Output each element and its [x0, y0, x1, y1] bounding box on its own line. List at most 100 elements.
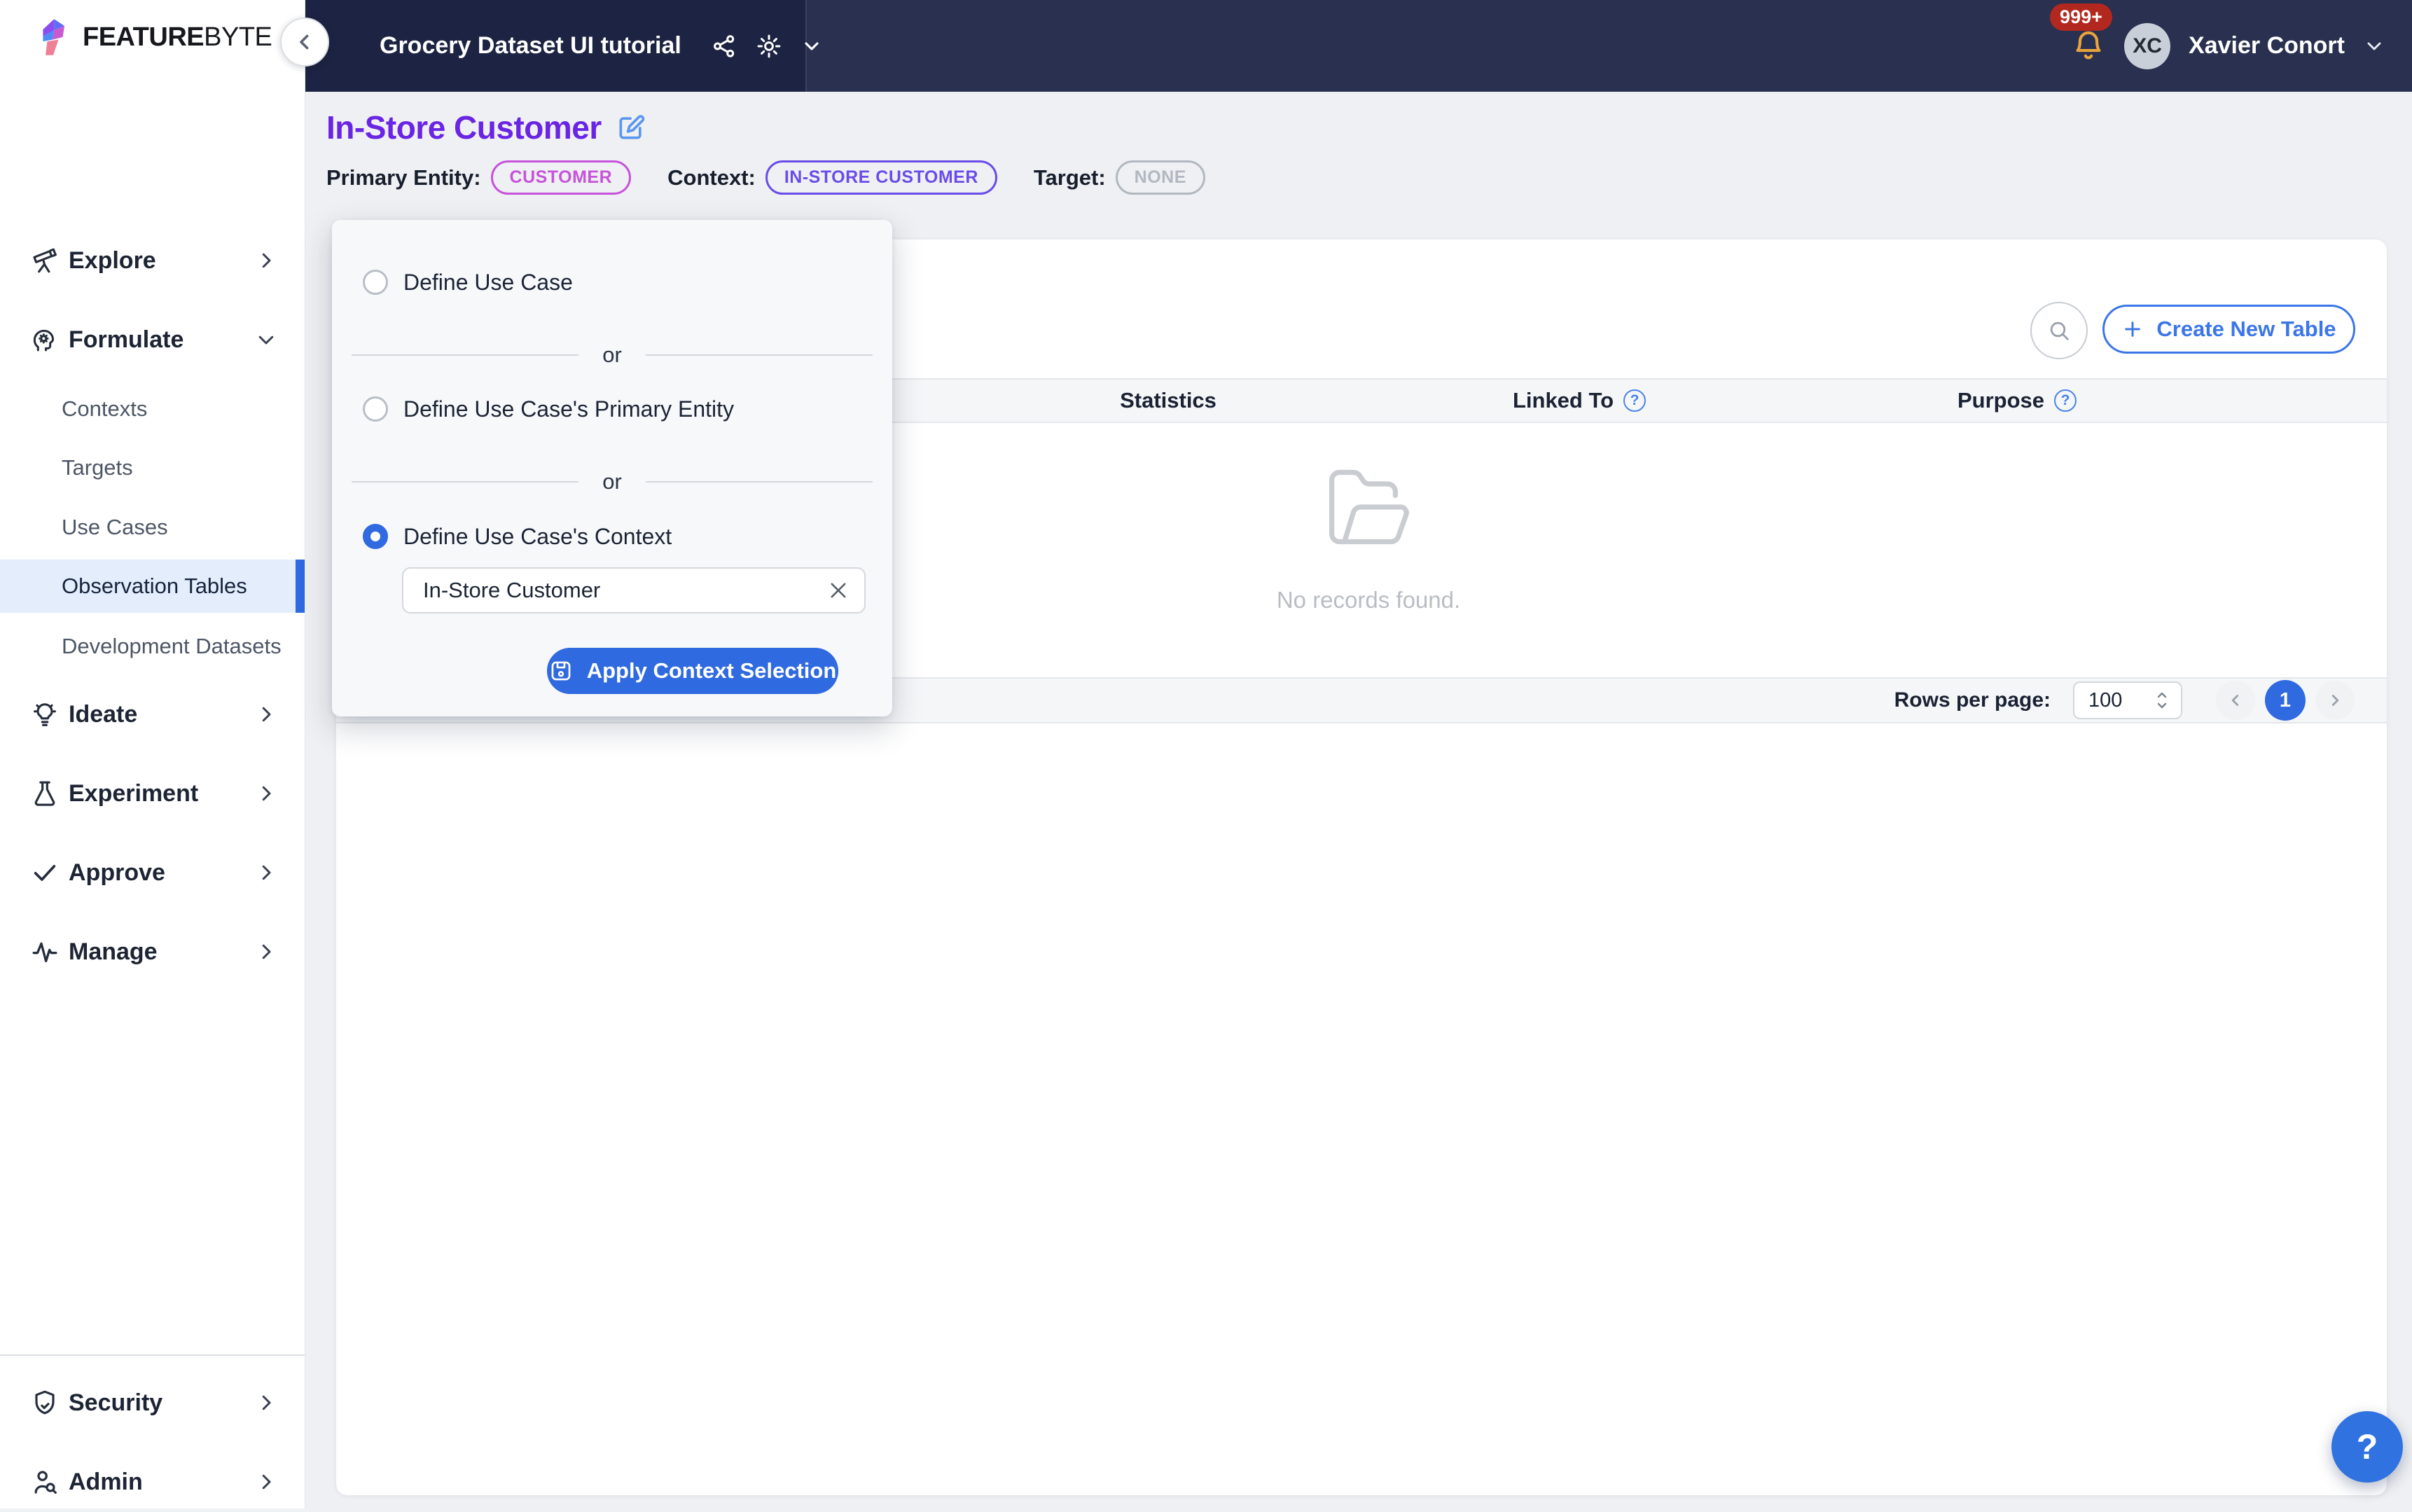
sidebar-item-admin[interactable]: Admin — [0, 1452, 305, 1512]
context-input[interactable] — [402, 567, 866, 613]
rows-per-page-select[interactable]: 100 — [2073, 681, 2182, 719]
select-stepper-icon — [2153, 688, 2171, 712]
search-button[interactable] — [2030, 302, 2088, 359]
context-selection-popup: Define Use Case or Define Use Case's Pri… — [332, 220, 892, 716]
option-define-context[interactable]: Define Use Case's Context — [332, 512, 892, 561]
sidebar-item-security[interactable]: Security — [0, 1373, 305, 1433]
head-gear-icon — [31, 326, 59, 354]
prev-page-button[interactable] — [2216, 681, 2255, 720]
sidebar-divider — [0, 1354, 305, 1356]
sidebar-item-label: Experiment — [69, 780, 198, 807]
or-text: or — [602, 342, 622, 368]
rows-per-page-value: 100 — [2088, 689, 2122, 712]
create-new-table-button[interactable]: Create New Table — [2102, 305, 2355, 354]
chevron-down-icon — [256, 329, 277, 350]
clear-input-icon[interactable] — [826, 578, 850, 602]
logo: FEATUREBYTE — [41, 18, 272, 56]
sidebar: FEATUREBYTE Explore Formulate Contexts T… — [0, 0, 305, 1508]
column-header-purpose: Purpose? — [1957, 380, 2077, 422]
next-page-button[interactable] — [2315, 681, 2355, 720]
brand-name: FEATUREBYTE — [83, 22, 272, 53]
chevron-left-icon — [2226, 691, 2245, 709]
gear-icon[interactable] — [756, 33, 782, 60]
share-icon[interactable] — [711, 33, 737, 60]
notifications[interactable]: 999+ — [2071, 29, 2106, 64]
chevron-right-icon — [256, 704, 277, 725]
option-define-use-case[interactable]: Define Use Case — [332, 258, 892, 307]
topbar-user-area: 999+ XC Xavier Conort — [2071, 0, 2412, 92]
radio-unchecked-icon[interactable] — [363, 270, 388, 295]
context-pill[interactable]: IN-STORE CUSTOMER — [765, 160, 997, 195]
avatar[interactable]: XC — [2124, 23, 2170, 69]
or-divider: or — [352, 341, 873, 369]
sidebar-item-development-datasets[interactable]: Development Datasets — [0, 617, 305, 676]
question-circle-icon[interactable]: ? — [2054, 389, 2077, 412]
telescope-icon — [31, 247, 59, 275]
page-title: In-Store Customer — [326, 109, 602, 146]
sidebar-item-label: Admin — [69, 1469, 143, 1496]
bell-icon — [2071, 29, 2106, 64]
sidebar-item-observation-tables[interactable]: Observation Tables — [0, 560, 305, 613]
open-folder-icon — [1316, 461, 1421, 553]
sidebar-item-experiment[interactable]: Experiment — [0, 763, 305, 824]
sidebar-item-contexts[interactable]: Contexts — [0, 380, 305, 438]
rows-per-page-label: Rows per page: — [1894, 688, 2051, 712]
sidebar-item-use-cases[interactable]: Use Cases — [0, 498, 305, 557]
sidebar-collapse-button[interactable] — [280, 18, 329, 67]
check-icon — [31, 859, 59, 887]
chevron-right-icon — [256, 862, 277, 883]
primary-entity-pill[interactable]: CUSTOMER — [491, 160, 632, 195]
sidebar-item-label: Explore — [69, 247, 156, 275]
lightbulb-icon — [31, 700, 59, 728]
search-icon — [2046, 318, 2072, 343]
sidebar-subitem-label: Targets — [62, 455, 133, 480]
radio-checked-icon[interactable] — [363, 524, 388, 549]
option-label: Define Use Case's Primary Entity — [403, 396, 734, 422]
chevron-right-icon — [2326, 691, 2344, 709]
apply-context-selection-button[interactable]: Apply Context Selection — [547, 648, 838, 694]
option-define-primary-entity[interactable]: Define Use Case's Primary Entity — [332, 384, 892, 434]
sidebar-subitem-label: Contexts — [62, 396, 147, 422]
empty-state-text: No records found. — [1277, 587, 1460, 613]
user-menu-chevron-icon[interactable] — [2363, 35, 2385, 57]
help-button[interactable]: ? — [2331, 1411, 2403, 1483]
notification-badge: 999+ — [2050, 4, 2112, 31]
sidebar-item-manage[interactable]: Manage — [0, 922, 305, 982]
sidebar-item-targets[interactable]: Targets — [0, 438, 305, 497]
option-label: Define Use Case's Context — [403, 524, 672, 550]
or-text: or — [602, 469, 622, 494]
context-label: Context: — [667, 165, 756, 190]
sidebar-item-label: Approve — [69, 859, 165, 887]
user-name: Xavier Conort — [2189, 32, 2345, 60]
topbar: Grocery Dataset UI tutorial 999+ XC Xavi… — [305, 0, 2412, 92]
column-header-linked-to: Linked To? — [1513, 380, 1646, 422]
sidebar-item-approve[interactable]: Approve — [0, 842, 305, 903]
project-selector[interactable]: Grocery Dataset UI tutorial — [305, 0, 807, 92]
shield-check-icon — [31, 1389, 59, 1417]
question-circle-icon[interactable]: ? — [1623, 389, 1646, 412]
chevron-right-icon — [256, 1471, 277, 1492]
project-title: Grocery Dataset UI tutorial — [380, 32, 681, 60]
or-divider: or — [352, 468, 873, 496]
option-label: Define Use Case — [403, 270, 573, 296]
create-new-table-label: Create New Table — [2156, 317, 2336, 342]
activity-icon — [31, 938, 59, 966]
chevron-right-icon — [256, 941, 277, 962]
chevron-down-icon[interactable] — [800, 35, 823, 57]
flask-icon — [31, 779, 59, 807]
app: FEATUREBYTE Explore Formulate Contexts T… — [0, 0, 2412, 1508]
sidebar-item-label: Ideate — [69, 701, 137, 728]
sidebar-item-ideate[interactable]: Ideate — [0, 684, 305, 744]
edit-title-icon[interactable] — [616, 112, 646, 143]
chevron-right-icon — [256, 250, 277, 271]
page-number-button[interactable]: 1 — [2265, 680, 2306, 721]
sidebar-item-explore[interactable]: Explore — [0, 230, 305, 291]
featurebyte-logo-icon — [41, 18, 73, 56]
save-icon — [549, 659, 573, 683]
target-pill: NONE — [1116, 160, 1205, 195]
sidebar-item-label: Manage — [69, 938, 158, 966]
sidebar-item-formulate[interactable]: Formulate — [0, 310, 305, 370]
plus-icon — [2121, 318, 2144, 340]
chevron-right-icon — [256, 783, 277, 804]
radio-unchecked-icon[interactable] — [363, 396, 388, 422]
